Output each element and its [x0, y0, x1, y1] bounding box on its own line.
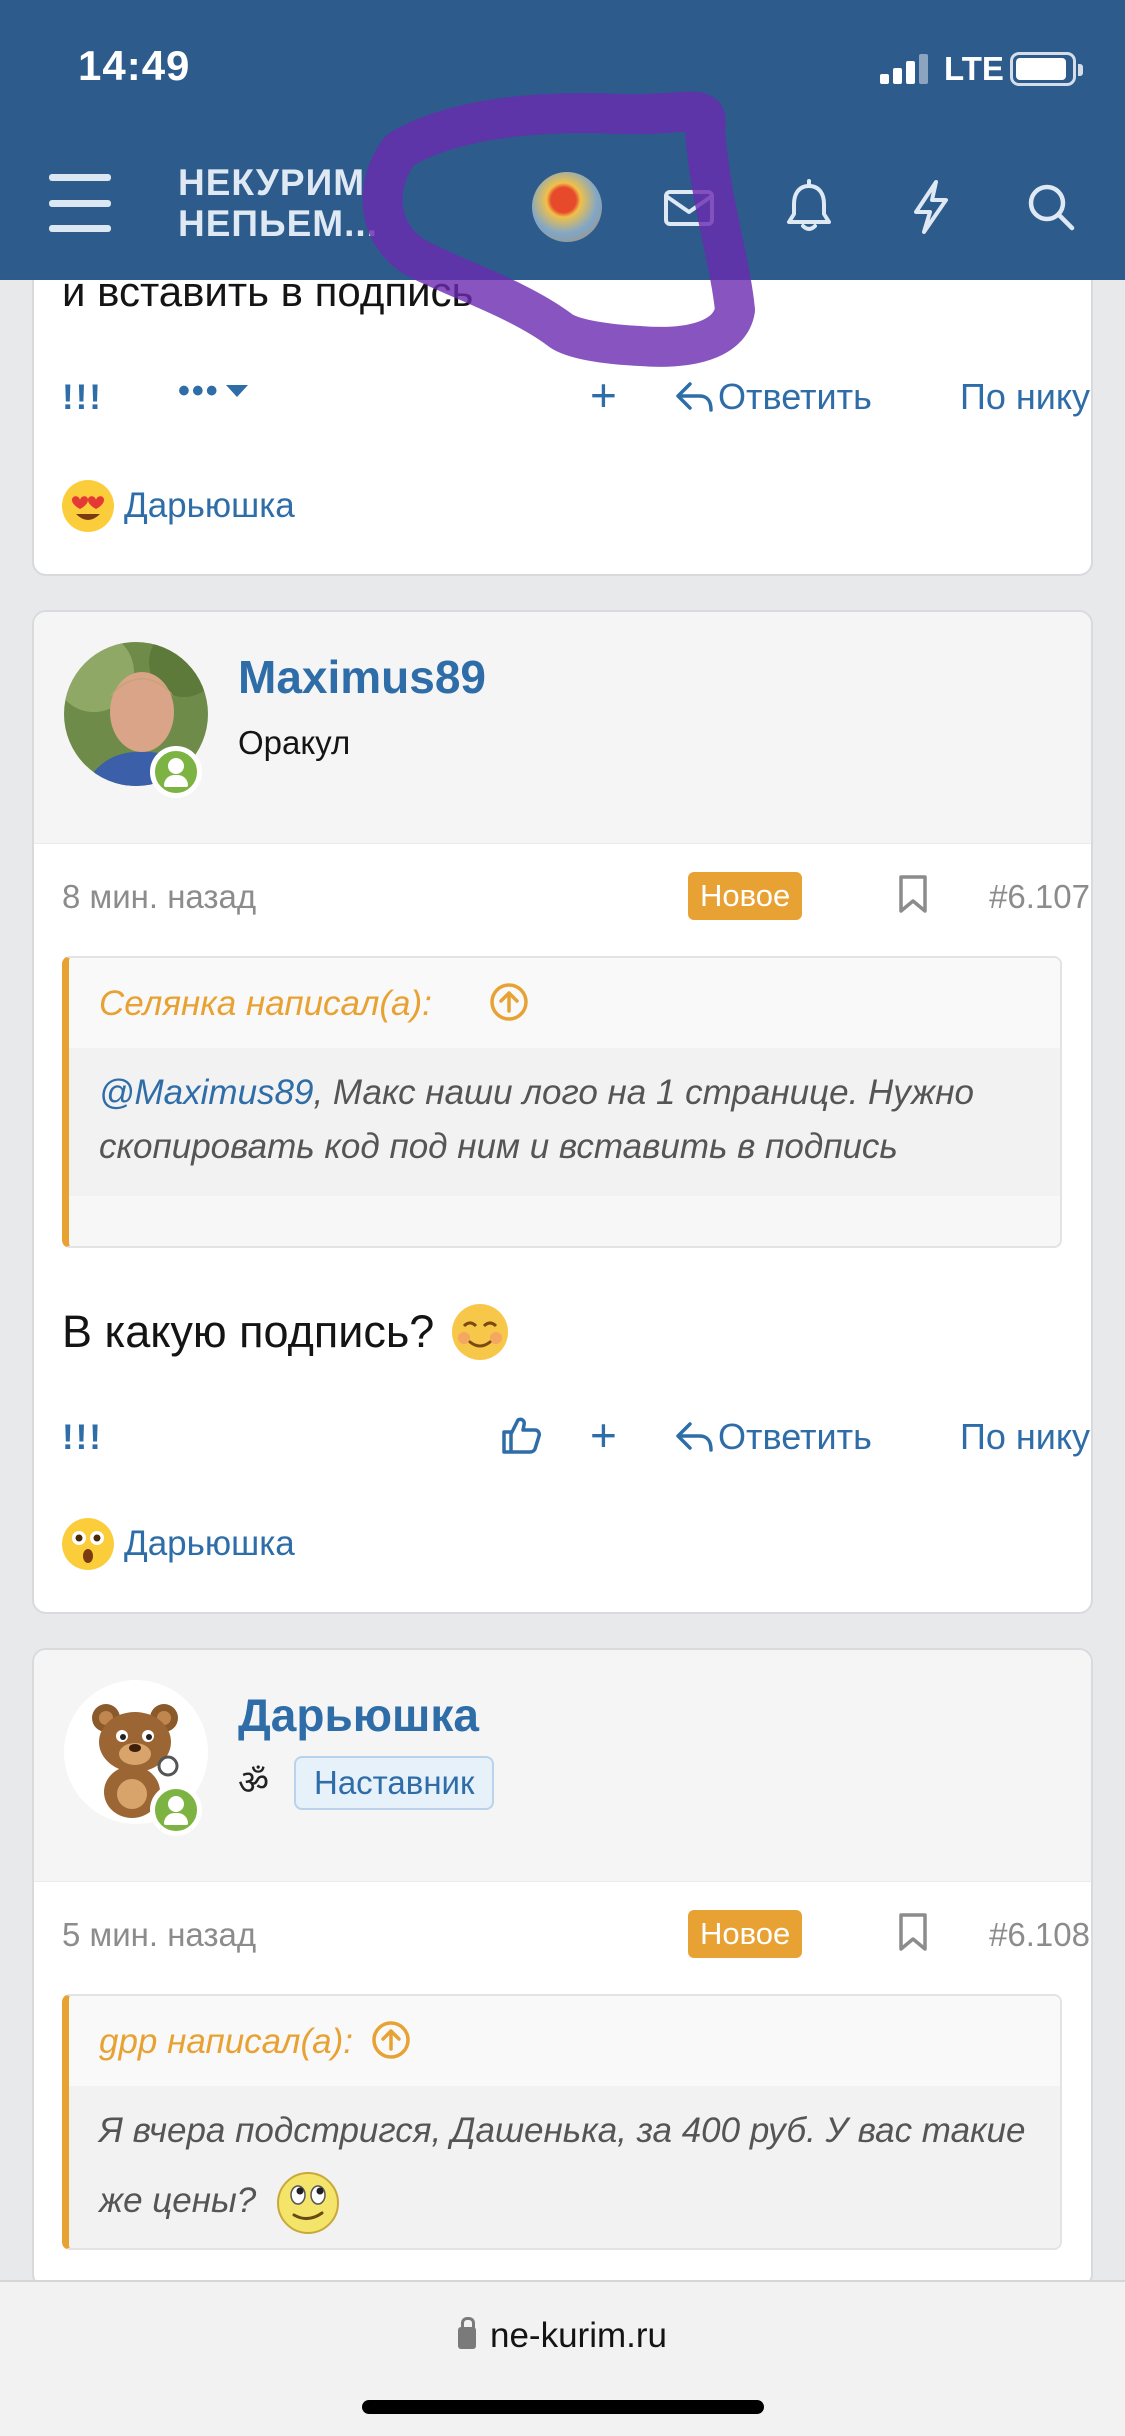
reaction-user: Дарьюшка	[124, 1524, 295, 1563]
url-text: ne-kurim.ru	[490, 2316, 667, 2355]
post-number[interactable]: #6.108	[989, 1916, 1090, 1954]
user-title: Оракул	[238, 724, 351, 761]
bell-icon[interactable]	[774, 172, 844, 242]
bookmark-icon[interactable]	[898, 1912, 928, 1952]
om-symbol: ॐ	[238, 1764, 270, 1802]
by-nick-button[interactable]: По нику	[960, 376, 1090, 418]
status-time: 14:49	[78, 42, 191, 89]
post-time[interactable]: 5 мин. назад	[62, 1916, 256, 1954]
post-author-block: Maximus89 Оракул	[34, 612, 1091, 844]
post-time[interactable]: 8 мин. назад	[62, 878, 256, 916]
home-indicator[interactable]	[362, 2400, 764, 2414]
user-title-badge: Наставник	[294, 1756, 495, 1810]
reply-button[interactable]: Ответить	[674, 376, 872, 418]
astonished-emoji-icon	[62, 1518, 114, 1570]
post-text-content: В какую подпись?	[62, 1306, 435, 1357]
plus-button[interactable]: +	[590, 1408, 617, 1462]
exclaim-button[interactable]: !!!	[62, 378, 103, 418]
quote-body: Я вчера подстригся, Дашенька, за 400 руб…	[69, 2086, 1060, 2248]
hamburger-line	[49, 225, 111, 232]
quote-author[interactable]: Селянка написал(а):	[99, 984, 432, 1024]
reply-label: Ответить	[718, 1416, 872, 1457]
post-username[interactable]: Дарьюшка	[238, 1688, 479, 1742]
post-meta: 5 мин. назад Новое #6.108	[62, 1908, 1090, 1958]
quote-header: gpp написал(а):	[69, 1996, 1060, 2086]
post-number[interactable]: #6.107	[989, 878, 1090, 916]
hamburger-icon	[49, 174, 111, 181]
smiling-emoji-icon	[452, 1304, 509, 1360]
reply-button[interactable]: Ответить	[674, 1416, 872, 1458]
post-username[interactable]: Maximus89	[238, 650, 486, 704]
caret-down-icon	[225, 384, 248, 397]
more-menu-button[interactable]: •••	[178, 372, 248, 411]
post-card: Дарьюшка ॐ Наставник 5 мин. назад Новое …	[32, 1648, 1093, 2288]
quote-block: Селянка написал(а): @Maximus89, Макс наш…	[62, 956, 1062, 1248]
jump-to-quote-icon[interactable]	[489, 982, 529, 1022]
reaction-user: Дарьюшка	[124, 486, 295, 525]
logo-line-1: НЕКУРИМ	[178, 162, 366, 203]
post-text: В какую подпись?	[62, 1302, 510, 1362]
quote-block: gpp написал(а): Я вчера подстригся, Даше…	[62, 1994, 1062, 2250]
online-status-icon	[150, 746, 202, 798]
cellular-signal-icon	[880, 52, 932, 84]
lock-icon	[458, 2317, 476, 2349]
menu-button[interactable]	[40, 168, 120, 238]
exclaim-button[interactable]: !!!	[62, 1418, 103, 1458]
address-bar[interactable]: ne-kurim.ru	[0, 2316, 1125, 2356]
quote-text: Я вчера подстригся, Дашенька, за 400 руб…	[99, 2111, 1026, 2220]
rolling-eyes-emoji-icon	[276, 2171, 339, 2234]
more-dots-icon: •••	[178, 372, 220, 410]
envelope-icon[interactable]	[654, 172, 724, 242]
jump-to-quote-icon[interactable]	[371, 2020, 411, 2060]
thread-content: и вставить в подпись !!! ••• + Ответить …	[0, 0, 1125, 2288]
account-avatar[interactable]	[532, 172, 602, 242]
network-type: LTE	[944, 50, 1004, 87]
new-badge: Новое	[688, 872, 803, 920]
quote-header: Селянка написал(а):	[69, 958, 1060, 1048]
online-status-icon	[150, 1784, 202, 1836]
post-meta: 8 мин. назад Новое #6.107	[62, 870, 1090, 920]
site-logo[interactable]: НЕКУРИМ НЕПЬЕМ...	[178, 162, 378, 244]
logo-line-2: НЕПЬЕМ...	[178, 203, 378, 244]
new-badge: Новое	[688, 1910, 803, 1958]
reaction-summary[interactable]: Дарьюшка	[62, 478, 295, 534]
browser-bar: ne-kurim.ru	[0, 2280, 1125, 2436]
reply-label: Ответить	[718, 376, 872, 417]
hamburger-line	[49, 199, 111, 207]
reaction-summary[interactable]: Дарьюшка	[62, 1516, 295, 1572]
post-actions: !!! ••• + Ответить По нику	[62, 368, 1090, 430]
quote-mention[interactable]: @Maximus89	[99, 1073, 313, 1112]
heart-eyes-emoji-icon	[62, 480, 114, 532]
quote-body: @Maximus89, Макс наши лого на 1 странице…	[69, 1048, 1060, 1196]
plus-button[interactable]: +	[590, 368, 617, 422]
bookmark-icon[interactable]	[898, 874, 928, 914]
lightning-icon[interactable]	[896, 172, 966, 242]
reply-icon	[676, 1422, 713, 1452]
site-header: 14:49 LTE НЕКУРИМ НЕПЬЕМ...	[0, 0, 1125, 280]
post-card: Maximus89 Оракул 8 мин. назад Новое #6.1…	[32, 610, 1093, 1614]
reply-icon	[676, 382, 713, 412]
post-actions: !!! + Ответить По нику	[62, 1408, 1090, 1470]
quote-author[interactable]: gpp написал(а):	[99, 2022, 353, 2062]
battery-icon	[1010, 52, 1083, 86]
post-author-block: Дарьюшка ॐ Наставник	[34, 1650, 1091, 1882]
like-thumb-icon[interactable]	[500, 1414, 542, 1456]
search-icon[interactable]	[1016, 172, 1086, 242]
by-nick-button[interactable]: По нику	[960, 1416, 1090, 1458]
